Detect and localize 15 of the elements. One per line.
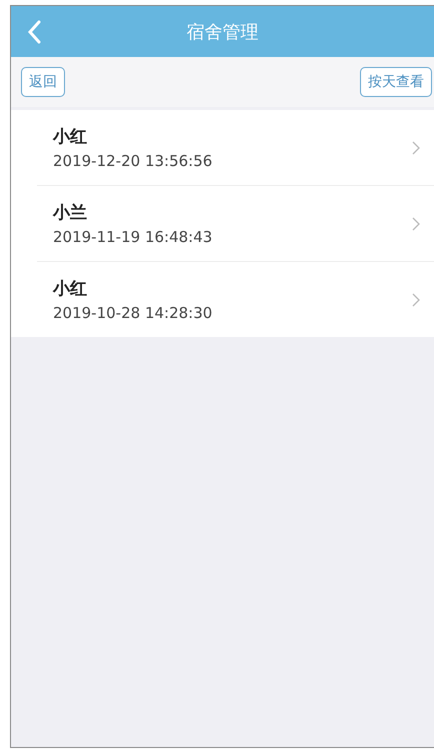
- record-name: 小兰: [53, 202, 88, 224]
- record-row[interactable]: 小红 2019-10-28 14:28:30: [37, 262, 434, 337]
- chevron-icon: [412, 216, 420, 230]
- record-row[interactable]: 小兰 2019-11-19 16:48:43: [37, 186, 434, 262]
- record-time: 2019-10-28 14:28:30: [53, 304, 212, 322]
- record-row[interactable]: 小红 2019-12-20 13:56:56: [37, 110, 434, 186]
- record-time: 2019-11-19 16:48:43: [53, 228, 212, 246]
- return-button[interactable]: 返回: [21, 67, 65, 97]
- page-title: 宿舍管理: [186, 20, 258, 44]
- view-by-day-button[interactable]: 按天查看: [360, 67, 432, 97]
- record-name: 小红: [53, 278, 88, 300]
- chevron-icon: [412, 140, 420, 154]
- chevron-icon: [412, 292, 420, 306]
- record-time: 2019-12-20 13:56:56: [53, 152, 212, 170]
- record-name: 小红: [53, 126, 88, 148]
